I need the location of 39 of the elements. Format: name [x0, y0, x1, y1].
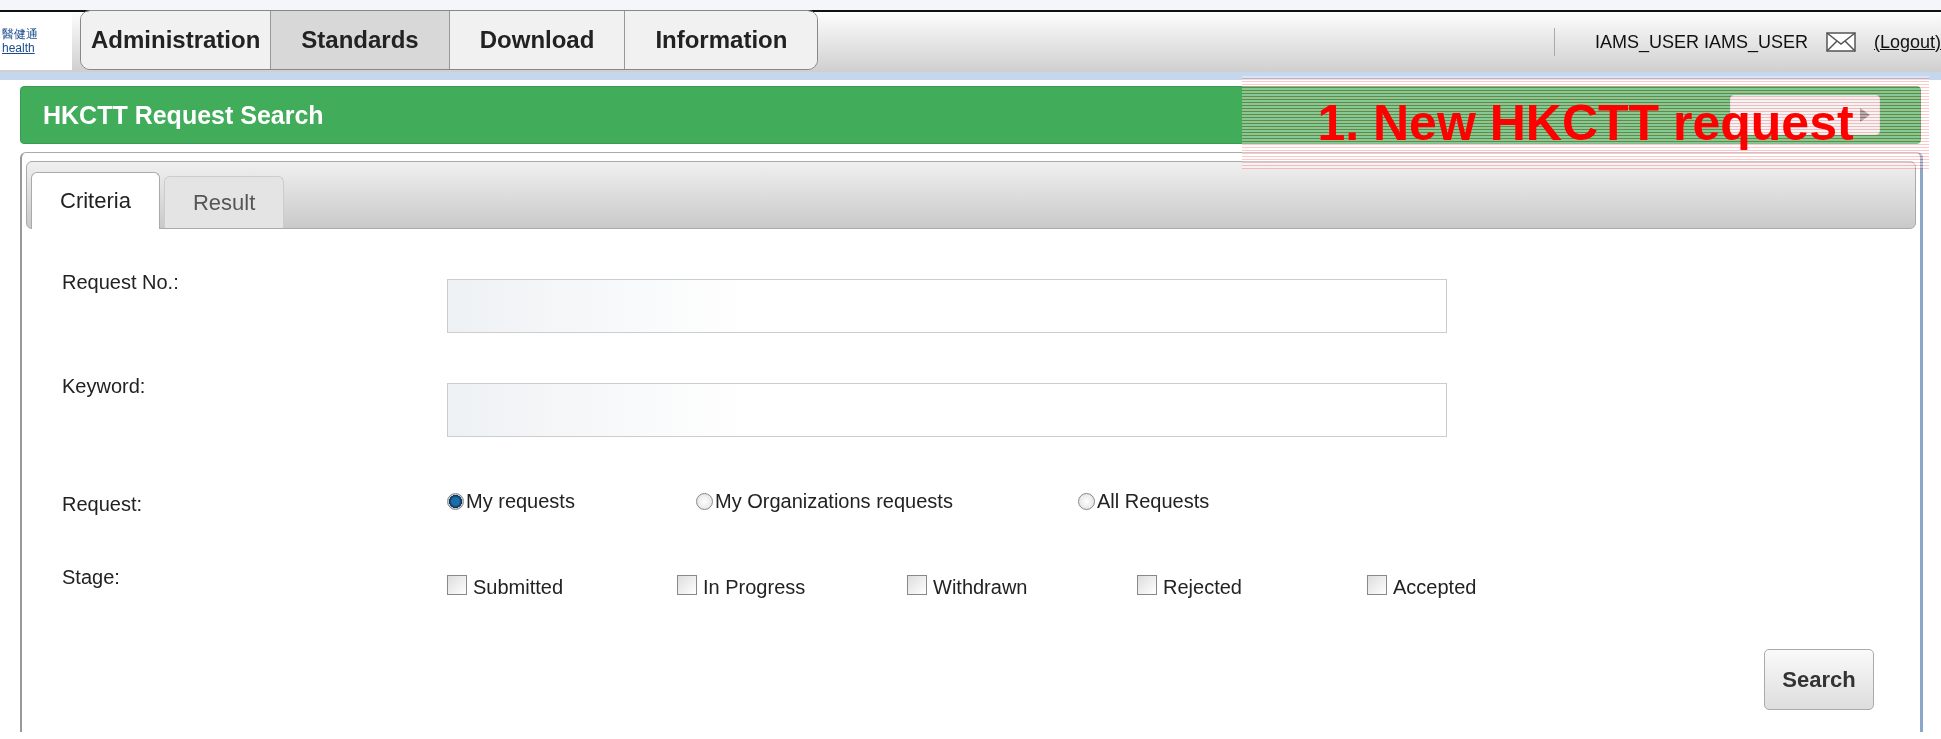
checkbox[interactable] — [677, 574, 697, 595]
radio-button[interactable] — [447, 493, 464, 510]
checkbox-label: Accepted — [1393, 576, 1477, 599]
radio-label: All Requests — [1097, 490, 1210, 513]
checkbox-label: Withdrawn — [933, 576, 1028, 599]
radio-button[interactable] — [1078, 493, 1095, 510]
page-title: HKCTT Request Search — [43, 100, 324, 130]
radio-button[interactable] — [696, 493, 713, 510]
logo-chinese-text: 醫健通 — [2, 27, 39, 41]
checkbox-label: Submitted — [473, 576, 564, 599]
radio-option[interactable]: All Requests — [1078, 487, 1378, 516]
tab[interactable]: Result — [163, 176, 285, 228]
field-label: Keyword: — [62, 375, 147, 399]
checkbox[interactable] — [1367, 574, 1387, 595]
radio-option[interactable]: My requests — [447, 487, 696, 516]
field-label: Stage: — [62, 566, 121, 590]
radio-label: My Organizations requests — [715, 490, 953, 513]
nav-tab[interactable]: Standards — [271, 11, 450, 69]
checkbox[interactable] — [447, 574, 467, 595]
radio-option[interactable]: My Organizations requests — [696, 487, 1078, 516]
search-button[interactable]: Search — [1764, 649, 1874, 710]
tab[interactable]: Criteria — [31, 172, 160, 229]
radio-label: My requests — [466, 490, 575, 513]
user-name: IAMS_USER IAMS_USER — [1594, 31, 1808, 53]
logo-text: health — [2, 41, 36, 55]
field-label: Request: — [62, 493, 144, 516]
nav-tab[interactable]: Administration — [81, 11, 272, 69]
logout-link[interactable]: (Logout) — [1873, 31, 1941, 53]
nav-tab[interactable]: Information — [625, 11, 818, 69]
field-label: Request No.: — [62, 271, 180, 295]
input-field[interactable] — [447, 279, 1447, 333]
checkbox-label: In Progress — [703, 576, 806, 599]
input-field[interactable] — [447, 383, 1447, 437]
right-arrow-icon — [1859, 107, 1871, 123]
checkbox[interactable] — [1137, 574, 1157, 595]
checkbox-label: Rejected — [1163, 576, 1242, 599]
nav-tab[interactable]: Download — [449, 11, 626, 69]
checkbox[interactable] — [907, 574, 927, 595]
mail-icon[interactable] — [1825, 32, 1856, 52]
